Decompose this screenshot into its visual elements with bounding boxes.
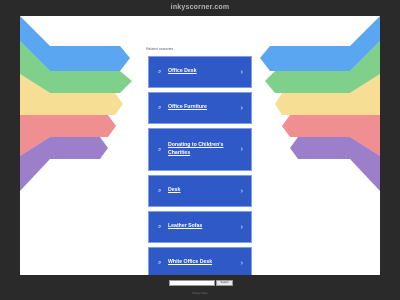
domain-title: inkyscorner.com <box>170 4 230 11</box>
chevron-right-icon: › <box>240 104 243 112</box>
related-link-office-furniture[interactable]: ⌕ Office Furniture › <box>148 92 252 124</box>
related-link-white-office-desk[interactable]: ⌕ White Office Desk › <box>148 247 252 275</box>
link-label: Desk <box>168 187 181 194</box>
related-link-leather-sofas[interactable]: ⌕ Leather Sofas › <box>148 211 252 243</box>
chevron-right-icon: › <box>240 259 243 267</box>
chevron-right-icon: › <box>240 187 243 195</box>
related-links-list: ⌕ Office Desk › ⌕ Office Furniture › ⌕ D… <box>148 56 252 275</box>
search-icon: ⌕ <box>158 260 162 266</box>
search-icon: ⌕ <box>158 224 162 230</box>
chevron-right-icon: › <box>240 146 243 153</box>
content-panel: Related searches ⌕ Office Desk › ⌕ Offic… <box>20 16 380 275</box>
related-link-donating-charities[interactable]: ⌕ Donating to Children's Charities › <box>148 128 252 171</box>
link-label: Donating to Children's Charities <box>168 141 224 156</box>
search-input[interactable] <box>169 280 215 286</box>
footer-privacy-link[interactable]: Privacy Policy <box>0 292 400 295</box>
search-icon: ⌕ <box>158 105 162 111</box>
link-label: Office Desk <box>168 68 197 75</box>
link-label: Office Furniture <box>168 104 207 111</box>
link-label: Leather Sofas <box>168 223 203 230</box>
related-searches-label: Related searches <box>146 47 174 51</box>
chevron-right-icon: › <box>240 223 243 231</box>
search-icon: ⌕ <box>158 146 162 153</box>
chevron-right-icon: › <box>240 68 243 76</box>
search-button[interactable]: Search <box>216 280 233 286</box>
search-bar: Search <box>169 280 233 286</box>
related-link-desk[interactable]: ⌕ Desk › <box>148 175 252 207</box>
search-icon: ⌕ <box>158 188 162 194</box>
link-label: White Office Desk <box>168 259 213 266</box>
related-link-office-desk[interactable]: ⌕ Office Desk › <box>148 56 252 88</box>
search-icon: ⌕ <box>158 69 162 75</box>
